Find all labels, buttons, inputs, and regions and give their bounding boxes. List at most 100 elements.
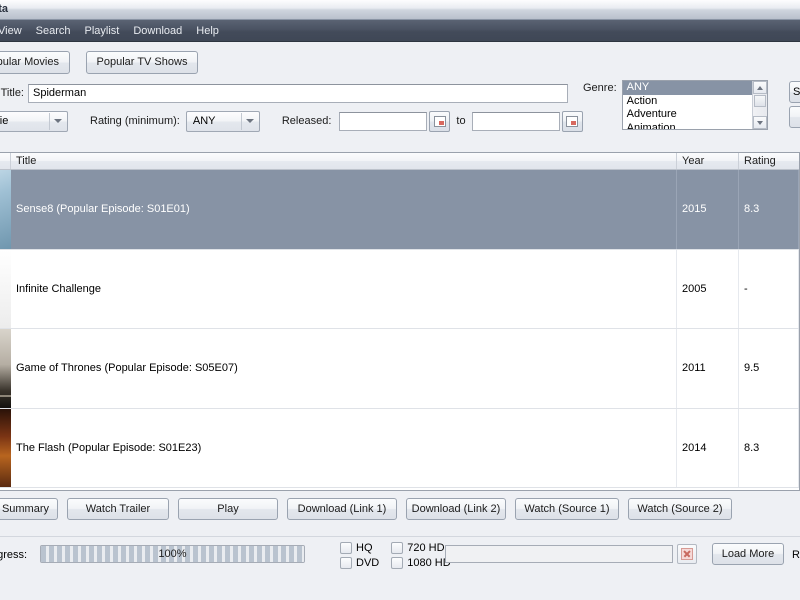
chevron-down-icon [240,112,258,130]
genre-option-animation[interactable]: Animation [623,122,752,130]
table-header: Title Year Rating [0,153,799,170]
genre-listbox[interactable]: ANY Action Adventure Animation [621,80,768,130]
menu-item-search[interactable]: Search [29,23,78,39]
genre-filter: Genre: ANY Action Adventure Animation [583,80,768,130]
watch-trailer-button[interactable]: Watch Trailer [67,498,169,520]
row-poster-cell [0,170,11,249]
table-row[interactable]: Sense8 (Popular Episode: S01E01) 2015 8.… [0,170,799,250]
media-type-value: Movie [0,115,9,127]
calendar-to-button[interactable] [561,110,583,132]
tab-popular-tv-shows[interactable]: Popular TV Shows [86,50,198,74]
title-label: Title: [0,87,24,99]
action-button-bar: Summary Watch Trailer Play Download (Lin… [0,496,800,522]
status-search-input[interactable] [445,545,673,563]
genre-option-action[interactable]: Action [623,95,752,109]
checkbox-icon [340,542,352,554]
genre-scrollbar[interactable] [751,81,767,129]
poster-thumbnail [0,329,11,408]
secondary-button[interactable] [789,106,800,128]
scroll-down-arrow-icon[interactable] [752,116,767,129]
row-title: Sense8 (Popular Episode: S01E01) [11,170,677,249]
status-bar: Progress: 100% HQ 720 HD DVD 1080 HD [0,536,800,584]
row-poster-cell [0,329,11,408]
checkbox-dvd[interactable]: DVD [340,557,379,569]
menu-item-playlist[interactable]: Playlist [78,23,127,39]
summary-button[interactable]: Summary [0,498,58,520]
checkbox-720hd-label: 720 HD [407,542,445,554]
watch-source-2-button[interactable]: Watch (Source 2) [628,498,732,520]
row-title: Game of Thrones (Popular Episode: S05E07… [11,329,677,408]
table-row[interactable]: Game of Thrones (Popular Episode: S05E07… [0,329,799,409]
results-table: Title Year Rating Sense8 (Popular Episod… [0,152,800,491]
scrollbar-thumb[interactable] [753,95,766,107]
close-x-icon [681,548,693,560]
scroll-up-arrow-icon[interactable] [752,81,767,94]
tab-popular-movies[interactable]: Popular Movies [0,50,70,74]
chevron-down-icon [49,112,66,130]
media-type-combo[interactable]: Movie [0,110,68,132]
checkbox-hq-label: HQ [356,542,373,554]
column-header-year[interactable]: Year [677,153,739,169]
results-label: R [792,549,800,561]
title-bar: asta [0,0,800,20]
rating-value: ANY [192,115,216,127]
quality-checkbox-group: HQ 720 HD DVD 1080 HD [340,542,451,569]
tab-bar: Popular Movies Popular TV Shows [0,42,800,76]
menu-bar: View Search Playlist Download Help [0,20,800,42]
column-header-poster[interactable] [0,153,11,169]
play-button[interactable]: Play [178,498,278,520]
genre-label: Genre: [583,82,617,94]
row-rating: 8.3 [739,408,799,487]
checkbox-720hd[interactable]: 720 HD [391,542,450,554]
row-poster-cell [0,249,11,328]
row-title: Infinite Challenge [11,249,677,328]
menu-item-view[interactable]: View [0,23,29,39]
released-from-input[interactable] [339,111,428,131]
progress-label: Progress: [0,549,28,561]
menu-item-download[interactable]: Download [126,23,189,39]
poster-thumbnail [0,170,11,249]
checkbox-icon [391,542,404,554]
search-button[interactable]: S [789,81,800,103]
released-to-input[interactable] [471,111,560,131]
genre-option-adventure[interactable]: Adventure [623,108,752,122]
checkbox-hq[interactable]: HQ [340,542,379,554]
checkbox-dvd-label: DVD [356,557,380,569]
released-separator: to [456,115,466,127]
row-title: The Flash (Popular Episode: S01E23) [11,408,677,487]
table-row[interactable]: The Flash (Popular Episode: S01E23) 2014… [0,408,799,488]
title-input[interactable] [28,83,568,103]
calendar-icon [566,115,579,127]
infinite-challenge-poster-image [0,249,11,328]
checkbox-1080hd[interactable]: 1080 HD [391,557,451,569]
genre-option-any[interactable]: ANY [622,81,752,95]
progress-text: 100% [158,548,187,560]
sense8-poster-image [0,170,11,249]
row-year: 2014 [677,408,739,487]
download-link-1-button[interactable]: Download (Link 1) [287,498,397,520]
rating-label: Rating (minimum): [90,115,180,127]
checkbox-icon [340,557,352,569]
game-of-thrones-poster-image [0,329,11,408]
column-header-title[interactable]: Title [11,153,677,169]
row-rating: - [739,249,799,328]
search-button-group: S [789,81,800,131]
column-header-rating[interactable]: Rating [739,153,799,169]
watch-source-1-button[interactable]: Watch (Source 1) [515,498,619,520]
clear-button[interactable] [677,544,697,564]
filter-panel: Title: Movie Rating (minimum): ANY Relea… [0,76,800,144]
table-row[interactable]: Infinite Challenge 2005 - [0,249,799,329]
table-body: Sense8 (Popular Episode: S01E01) 2015 8.… [0,170,799,490]
checkbox-icon [391,557,404,569]
rating-combo[interactable]: ANY [185,110,260,132]
row-year: 2005 [677,249,739,328]
row-rating: 9.5 [739,329,799,408]
menu-item-help[interactable]: Help [189,23,226,39]
load-more-button[interactable]: Load More [712,543,784,565]
poster-thumbnail [0,249,11,328]
download-link-2-button[interactable]: Download (Link 2) [406,498,506,520]
row-poster-cell [0,408,11,487]
the-flash-poster-image [0,408,11,487]
calendar-from-button[interactable] [429,110,451,132]
calendar-icon [433,115,446,127]
